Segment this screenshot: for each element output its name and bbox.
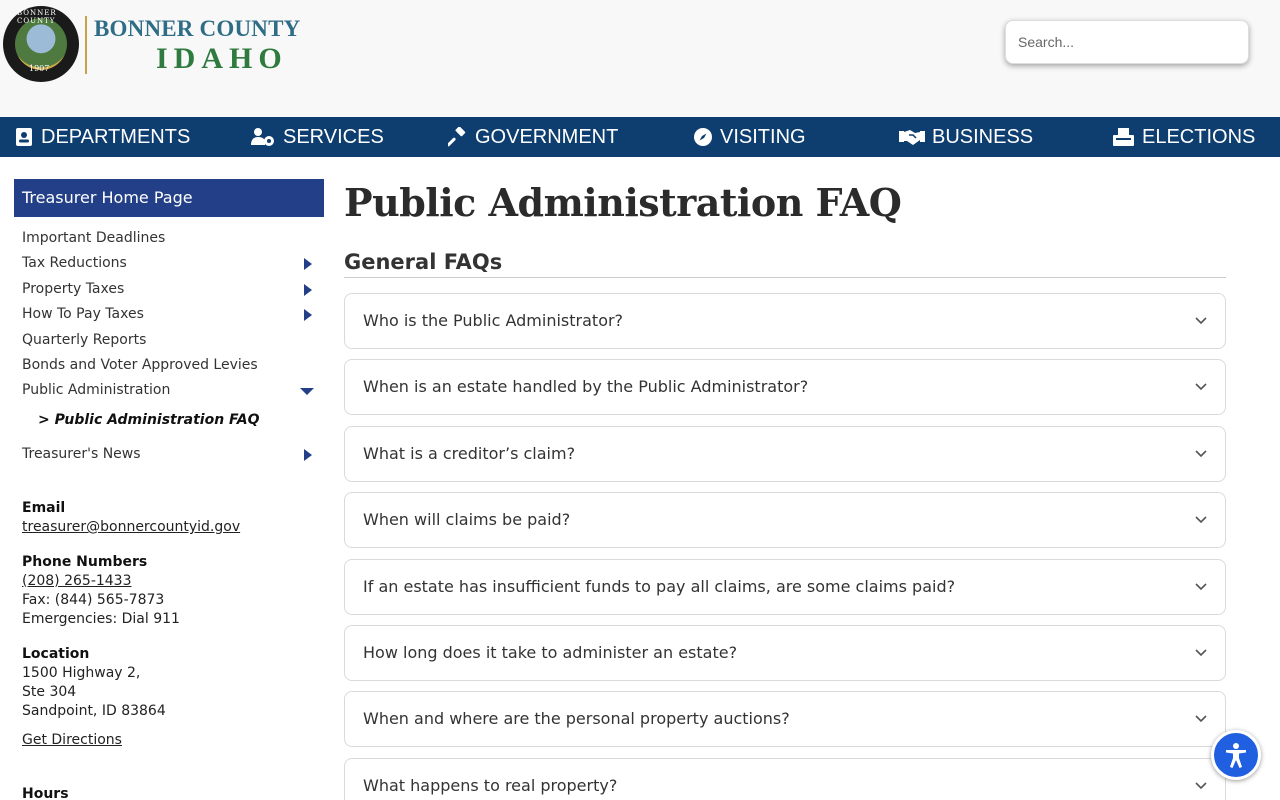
faq-question: How long does it take to administer an e…	[363, 643, 738, 662]
chevron-down-icon[interactable]	[1195, 712, 1207, 724]
sidebar-item-label: Treasurer's News	[22, 446, 141, 462]
faq-accordion-item[interactable]: How long does it take to administer an e…	[344, 625, 1226, 681]
address-line-3: Sandpoint, ID 83864	[22, 703, 166, 719]
directions-block: Get Directions	[22, 731, 122, 750]
faq-question: When is an estate handled by the Public …	[363, 377, 809, 396]
contact-email-block: Email treasurer@bonnercountyid.gov	[22, 499, 240, 537]
faq-accordion-item[interactable]: When will claims be paid?	[344, 492, 1226, 548]
logo-divider	[85, 16, 87, 74]
sidebar-item-important-deadlines[interactable]: Important Deadlines	[22, 228, 322, 250]
email-link[interactable]: treasurer@bonnercountyid.gov	[22, 519, 240, 535]
nav-visiting[interactable]: VISITING	[693, 117, 806, 157]
handshake-icon	[899, 127, 925, 147]
location-heading: Location	[22, 646, 90, 662]
compass-icon	[693, 127, 713, 147]
faq-accordion-item[interactable]: What happens to real property?	[344, 758, 1226, 800]
sidebar-item-label: Public Administration	[22, 382, 171, 398]
nav-label: ELECTIONS	[1142, 125, 1256, 148]
accessibility-icon	[1226, 743, 1246, 768]
caret-right-icon[interactable]	[304, 449, 312, 461]
county-seal-logo[interactable]: BONNER COUNTY 1907	[3, 6, 79, 82]
nav-label: SERVICES	[283, 125, 384, 148]
contact-phone-block: Phone Numbers (208) 265-1433 Fax: (844) …	[22, 553, 180, 629]
chevron-down-icon[interactable]	[1195, 779, 1207, 791]
caret-right-icon[interactable]	[304, 284, 312, 296]
phone-heading: Phone Numbers	[22, 554, 148, 570]
fax-number: Fax: (844) 565-7873	[22, 592, 165, 608]
ballot-box-icon	[1112, 127, 1135, 147]
sidebar-item-label: Bonds and Voter Approved Levies	[22, 357, 258, 373]
chevron-down-icon[interactable]	[1195, 380, 1207, 392]
caret-right-icon[interactable]	[304, 258, 312, 270]
faq-question: Who is the Public Administrator?	[363, 311, 624, 330]
sidebar-item-quarterly-reports[interactable]: Quarterly Reports	[22, 330, 322, 352]
sidebar-item-public-administration[interactable]: Public Administration	[22, 380, 322, 402]
contact-location-block: Location 1500 Highway 2, Ste 304 Sandpoi…	[22, 645, 166, 721]
sidebar-item-how-to-pay-taxes[interactable]: How To Pay Taxes	[22, 304, 322, 326]
address-line-1: 1500 Highway 2,	[22, 665, 141, 681]
sidebar-item-bonds-levies[interactable]: Bonds and Voter Approved Levies	[22, 355, 322, 377]
nav-government[interactable]: GOVERNMENT	[448, 117, 618, 157]
nav-elections[interactable]: ELECTIONS	[1112, 117, 1255, 157]
faq-question: What happens to real property?	[363, 776, 618, 795]
sidebar-title-link[interactable]: Treasurer Home Page	[14, 179, 324, 217]
main-nav: DEPARTMENTS SERVICES GOVERNMENT VISITING…	[0, 117, 1280, 157]
nav-departments[interactable]: DEPARTMENTS	[14, 117, 190, 157]
chevron-down-icon[interactable]	[1195, 314, 1207, 326]
sidebar-item-label: Quarterly Reports	[22, 332, 147, 348]
sidebar-item-label: Important Deadlines	[22, 230, 166, 246]
caret-down-icon[interactable]	[300, 388, 314, 395]
nav-business[interactable]: BUSINESS	[899, 117, 1033, 157]
nav-label: GOVERNMENT	[475, 125, 619, 148]
chevron-down-icon[interactable]	[1195, 646, 1207, 658]
caret-right-icon[interactable]	[304, 309, 312, 321]
chevron-down-icon[interactable]	[1195, 447, 1207, 459]
faq-accordion-item[interactable]: Who is the Public Administrator?	[344, 293, 1226, 349]
sidebar-item-property-taxes[interactable]: Property Taxes	[22, 279, 322, 301]
section-divider	[344, 277, 1226, 278]
faq-question: What is a creditor’s claim?	[363, 444, 576, 463]
sidebar-title: Treasurer Home Page	[22, 188, 193, 207]
hours-heading: Hours	[22, 786, 69, 800]
chevron-down-icon[interactable]	[1195, 513, 1207, 525]
site-header: BONNER COUNTY 1907 BONNER COUNTY IDAHO	[0, 0, 1280, 117]
logo-county-name[interactable]: BONNER COUNTY	[94, 16, 300, 42]
nav-label: DEPARTMENTS	[41, 125, 191, 148]
nav-label: VISITING	[720, 125, 806, 148]
email-heading: Email	[22, 500, 66, 516]
gavel-icon	[448, 127, 468, 147]
get-directions-link[interactable]: Get Directions	[22, 732, 122, 748]
address-line-2: Ste 304	[22, 684, 77, 700]
section-title: General FAQs	[344, 250, 503, 274]
emergency-number: Emergencies: Dial 911	[22, 611, 180, 627]
sidebar-item-label: Tax Reductions	[22, 255, 127, 271]
id-card-icon	[14, 127, 34, 147]
sidebar-subitem-public-administration-faq[interactable]: > Public Administration FAQ	[38, 412, 260, 428]
nav-label: BUSINESS	[932, 125, 1034, 148]
users-gear-icon	[250, 127, 276, 147]
phone-link[interactable]: (208) 265-1433	[22, 573, 132, 589]
seal-year: 1907	[29, 64, 50, 73]
sidebar-item-treasurers-news[interactable]: Treasurer's News	[22, 444, 322, 466]
logo-state-name[interactable]: IDAHO	[156, 42, 288, 76]
hours-block: Hours	[22, 785, 69, 800]
nav-services[interactable]: SERVICES	[250, 117, 384, 157]
search-box[interactable]	[1005, 20, 1249, 64]
seal-text: BONNER COUNTY	[17, 9, 57, 25]
faq-question: If an estate has insufficient funds to p…	[363, 577, 956, 596]
faq-accordion-item[interactable]: If an estate has insufficient funds to p…	[344, 559, 1226, 615]
faq-question: When will claims be paid?	[363, 510, 571, 529]
chevron-down-icon[interactable]	[1195, 580, 1207, 592]
search-input[interactable]	[1006, 21, 1248, 63]
accessibility-button[interactable]	[1211, 730, 1261, 780]
faq-question: When and where are the personal property…	[363, 709, 790, 728]
sidebar-item-label: Property Taxes	[22, 281, 125, 297]
seal-landscape	[15, 18, 67, 70]
sidebar-item-label: How To Pay Taxes	[22, 306, 144, 322]
page-title: Public Administration FAQ	[344, 180, 902, 225]
sidebar-item-tax-reductions[interactable]: Tax Reductions	[22, 253, 322, 275]
faq-accordion-item[interactable]: When is an estate handled by the Public …	[344, 359, 1226, 415]
faq-accordion-item[interactable]: What is a creditor’s claim?	[344, 426, 1226, 482]
faq-accordion-item[interactable]: When and where are the personal property…	[344, 691, 1226, 747]
